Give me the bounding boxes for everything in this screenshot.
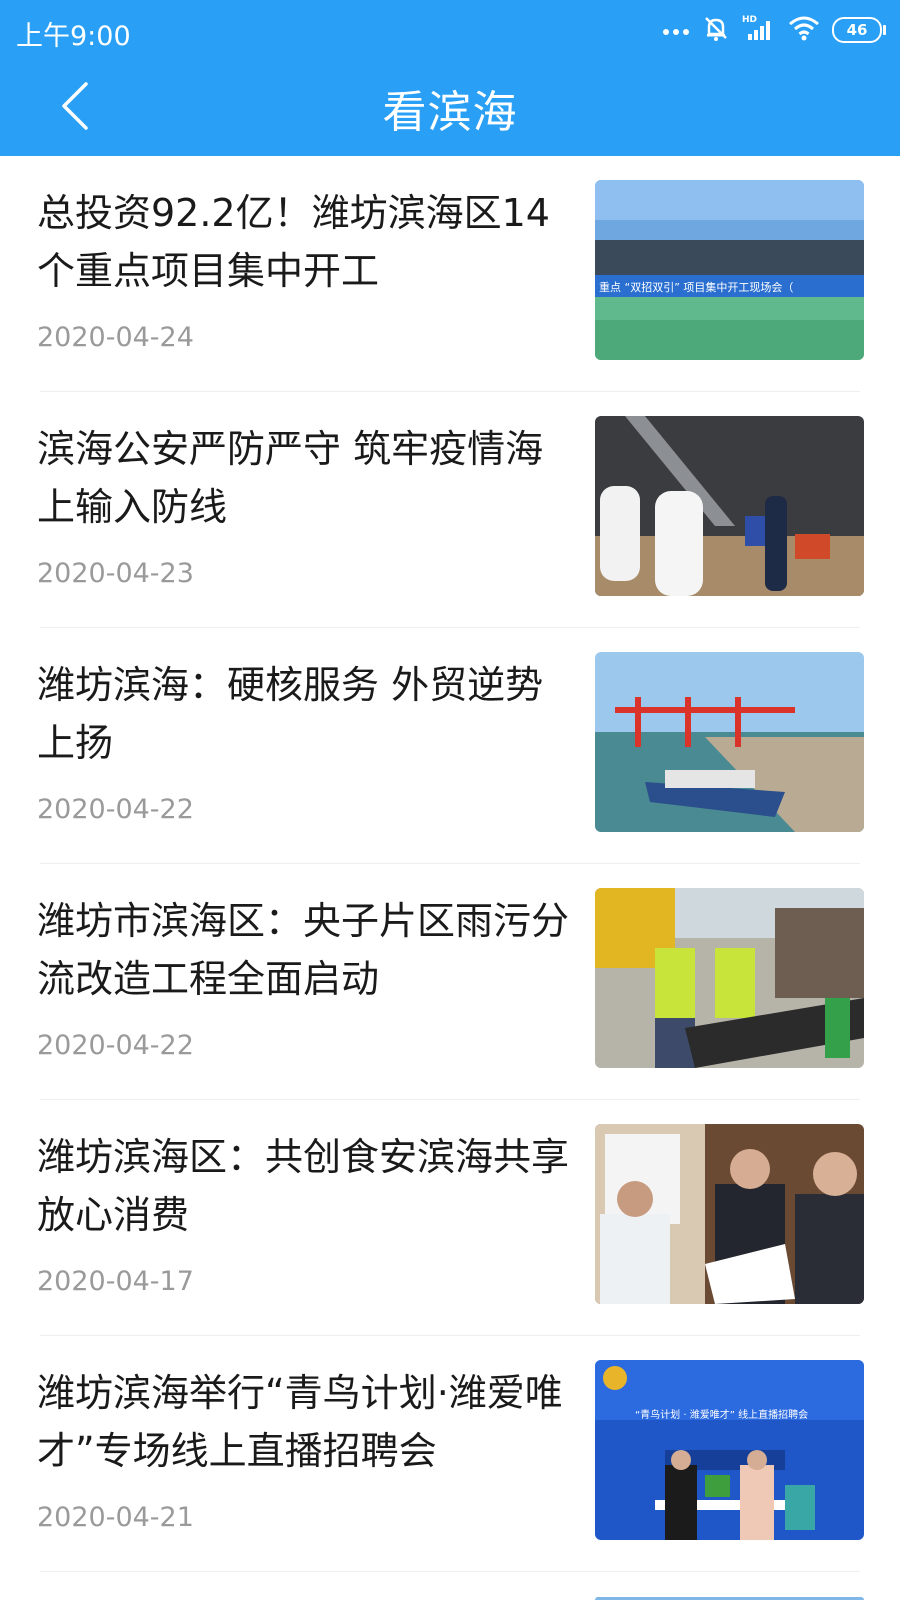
app-header: 上午9:00 HD 46 看滨海	[0, 0, 900, 156]
hd-signal-icon: HD	[742, 14, 776, 46]
news-date: 2020-04-24	[37, 322, 194, 353]
news-thumbnail: “青鸟计划 · 潍爱唯才” 线上直播招聘会	[595, 1360, 864, 1540]
divider	[40, 1571, 860, 1572]
thumbnail-banner-text: 重点 “双招双引” 项目集中开工现场会（	[599, 280, 793, 294]
status-bar: 上午9:00 HD 46	[0, 0, 900, 62]
news-item[interactable]: 潍坊市滨海区：央子片区雨污分流改造工程全面启动 2020-04-22	[0, 864, 900, 1100]
nav-bar: 看滨海	[0, 62, 900, 156]
wifi-icon	[788, 15, 820, 45]
news-title: 潍坊市滨海区：央子片区雨污分流改造工程全面启动	[37, 899, 570, 1001]
news-date: 2020-04-22	[37, 1030, 194, 1061]
svg-text:HD: HD	[742, 15, 757, 25]
news-list: 总投资92.2亿！潍坊滨海区14个重点项目集中开工 2020-04-24 重点 …	[0, 156, 900, 1572]
news-thumbnail	[595, 1124, 864, 1304]
status-time: 上午9:00	[16, 21, 131, 52]
news-date: 2020-04-23	[37, 558, 194, 589]
battery-icon: 46	[832, 17, 886, 43]
news-thumbnail	[595, 888, 864, 1068]
news-item[interactable]: 潍坊滨海：硬核服务 外贸逆势上扬 2020-04-22	[0, 628, 900, 864]
status-icons: HD 46	[662, 14, 886, 46]
news-date: 2020-04-22	[37, 794, 194, 825]
news-title: 总投资92.2亿！潍坊滨海区14个重点项目集中开工	[37, 191, 550, 293]
news-title: 滨海公安严防严守 筑牢疫情海上输入防线	[37, 427, 544, 529]
page-title: 看滨海	[382, 87, 518, 138]
mute-icon	[702, 14, 730, 46]
news-title: 潍坊滨海举行“青鸟计划·潍爱唯才”专场线上直播招聘会	[37, 1371, 563, 1473]
news-item[interactable]: 潍坊滨海举行“青鸟计划·潍爱唯才”专场线上直播招聘会 2020-04-21 “青…	[0, 1336, 900, 1572]
news-thumbnail: 重点 “双招双引” 项目集中开工现场会（	[595, 180, 864, 360]
news-item[interactable]: 总投资92.2亿！潍坊滨海区14个重点项目集中开工 2020-04-24 重点 …	[0, 156, 900, 392]
news-date: 2020-04-17	[37, 1266, 194, 1297]
news-thumbnail	[595, 652, 864, 832]
news-item[interactable]: 滨海公安严防严守 筑牢疫情海上输入防线 2020-04-23	[0, 392, 900, 628]
news-title: 潍坊滨海：硬核服务 外贸逆势上扬	[37, 663, 544, 765]
more-dots-icon	[662, 21, 690, 40]
news-date: 2020-04-21	[37, 1502, 194, 1533]
thumbnail-banner-text: “青鸟计划 · 潍爱唯才” 线上直播招聘会	[635, 1408, 808, 1421]
news-item[interactable]: 潍坊滨海区：共创食安滨海共享放心消费 2020-04-17	[0, 1100, 900, 1336]
news-thumbnail	[595, 416, 864, 596]
news-title: 潍坊滨海区：共创食安滨海共享放心消费	[37, 1135, 570, 1237]
